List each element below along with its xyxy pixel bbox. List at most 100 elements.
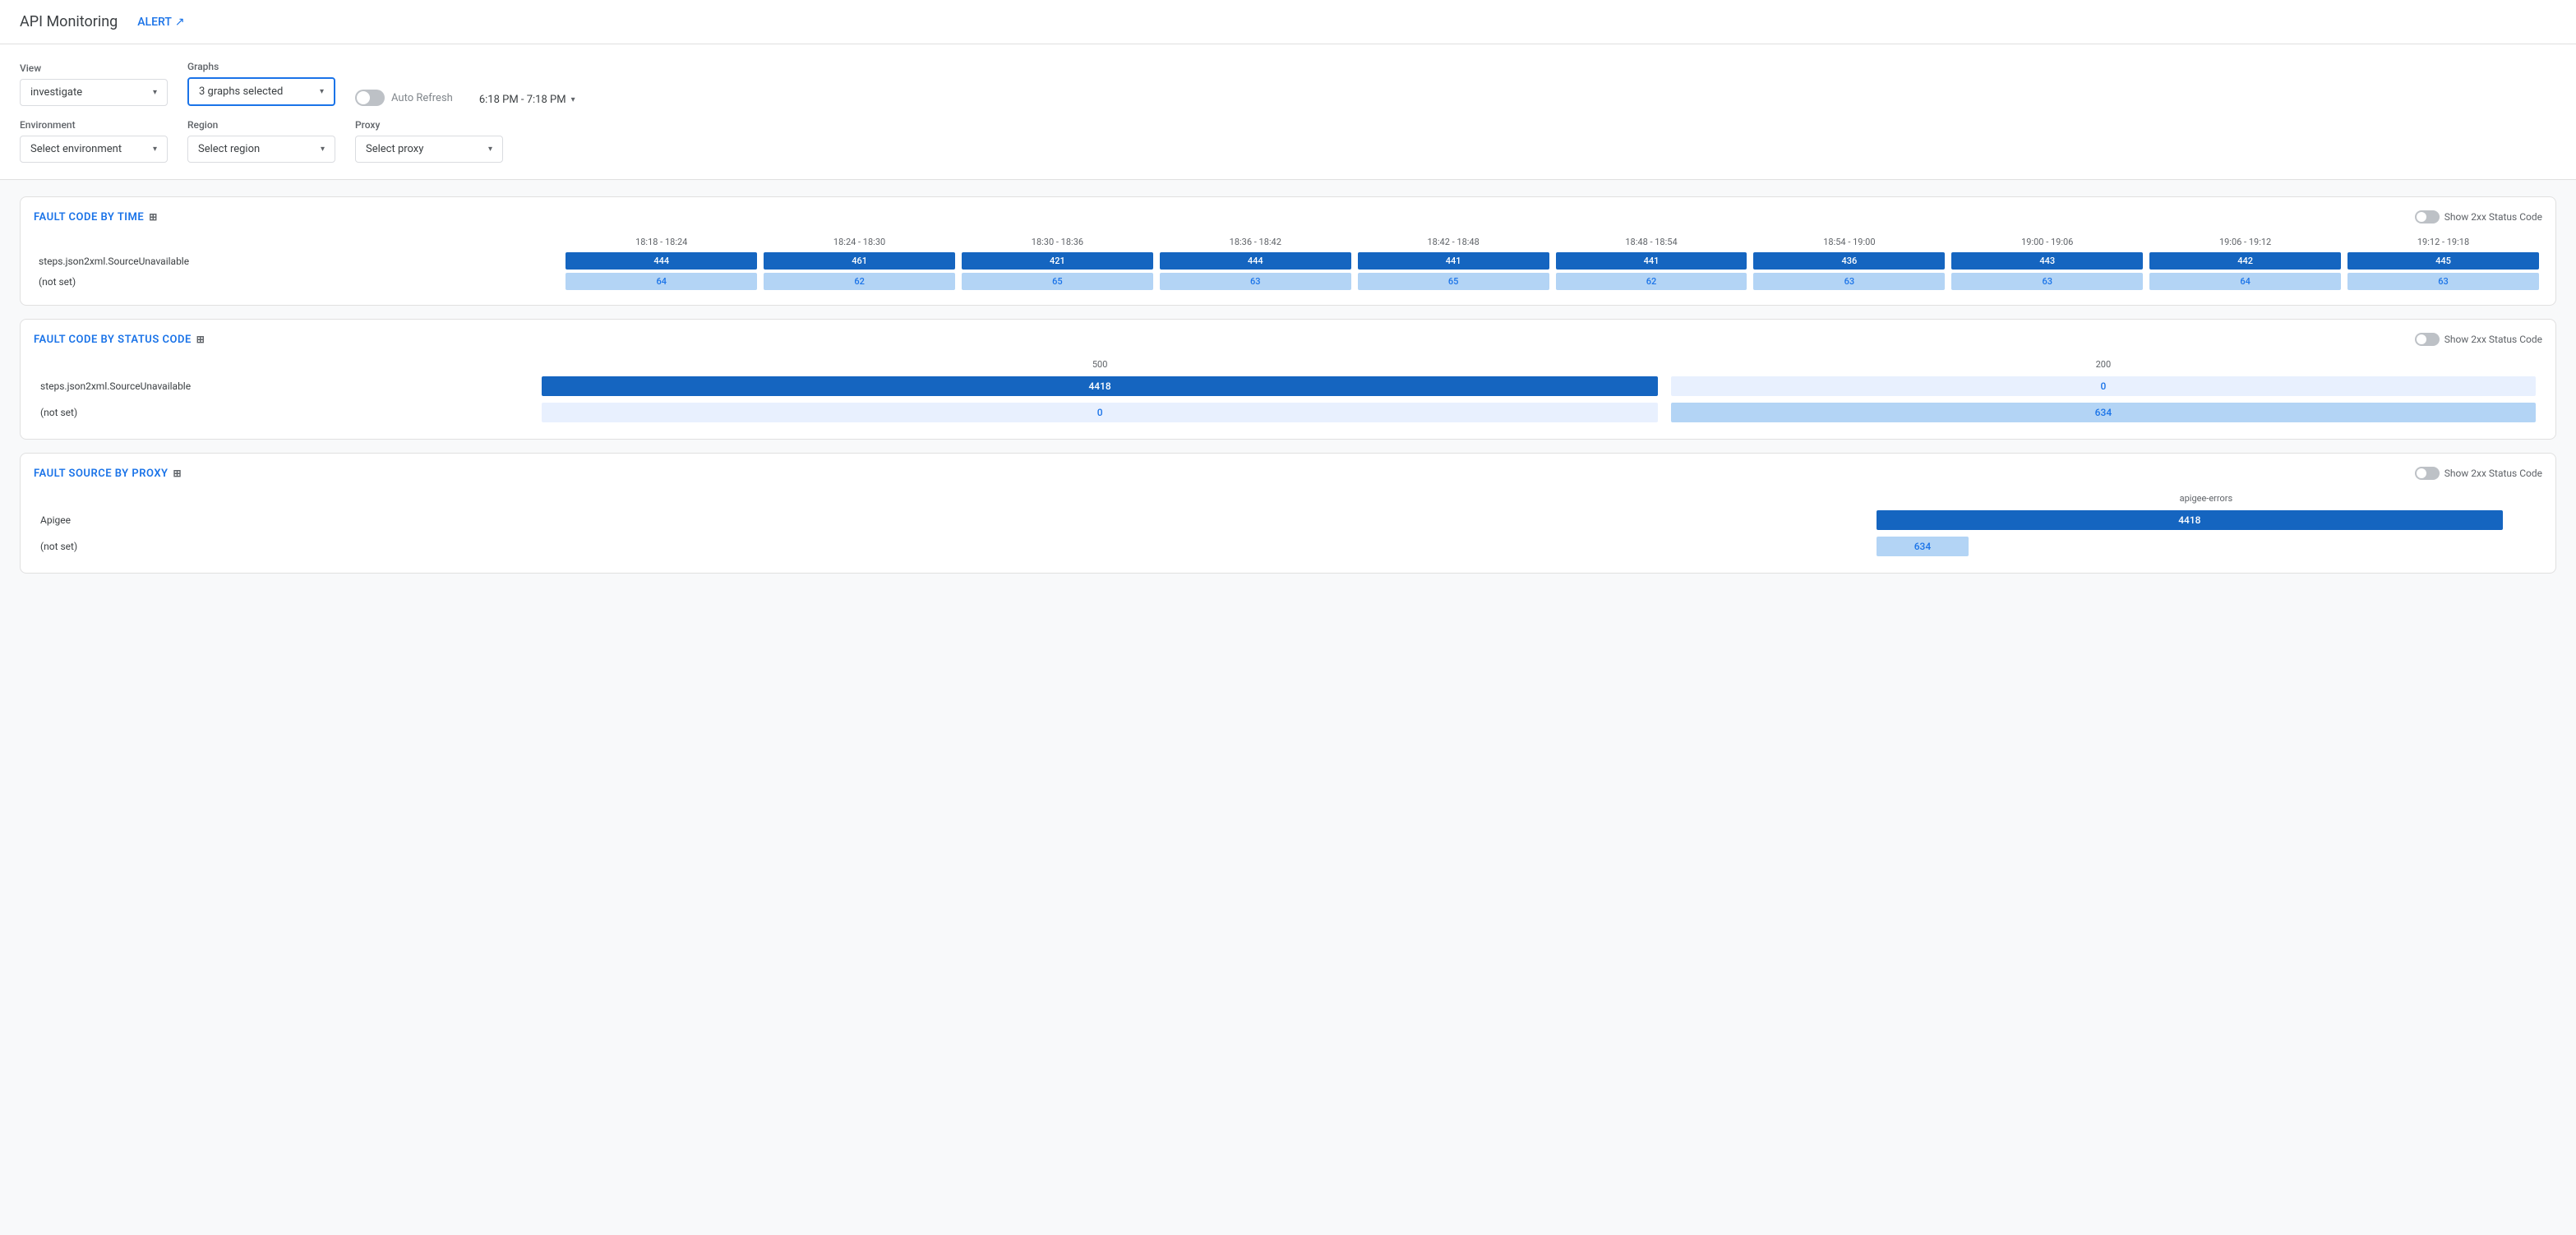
app-title: API Monitoring [20, 13, 118, 30]
chart1-2xx-toggle[interactable] [2415, 210, 2440, 223]
chart2-table: 500 200 steps.json2xml.SourceUnavailable… [34, 356, 2542, 426]
chart1-col-7: 19:00 - 19:06 [1948, 233, 2146, 251]
view-value: investigate [30, 86, 82, 99]
main-content: FAULT CODE BY TIME ⊞ Show 2xx Status Cod… [0, 180, 2576, 590]
chart1-title: FAULT CODE BY TIME ⊞ [34, 211, 158, 223]
chart2-col-200: 200 [1664, 356, 2542, 373]
chart1-r0-c2: 421 [958, 251, 1156, 271]
chart1-table: 18:18 - 18:24 18:24 - 18:30 18:30 - 18:3… [34, 233, 2542, 292]
chevron-down-icon: ▾ [320, 87, 324, 96]
chart1-r1-c2: 65 [958, 271, 1156, 292]
chart2-row-header [34, 356, 535, 373]
chart2-row0-label: steps.json2xml.SourceUnavailable [34, 373, 535, 399]
chart1-col-3: 18:36 - 18:42 [1156, 233, 1355, 251]
chart1-col-0: 18:18 - 18:24 [562, 233, 760, 251]
chart1-r0-c0: 444 [562, 251, 760, 271]
chart1-r0-c9: 445 [2344, 251, 2542, 271]
chart2-title: FAULT CODE BY STATUS CODE ⊞ [34, 334, 205, 346]
time-range-selector[interactable]: 6:18 PM - 7:18 PM ▾ [479, 94, 575, 106]
chart3-2xx-label: Show 2xx Status Code [2444, 468, 2542, 479]
region-group: Region Select region ▾ [187, 119, 335, 163]
chart1-r1-c3: 63 [1156, 271, 1355, 292]
chart2-2xx-label: Show 2xx Status Code [2444, 334, 2542, 345]
chevron-down-icon: ▾ [571, 95, 575, 104]
proxy-group: Proxy Select proxy ▾ [355, 119, 503, 163]
chevron-down-icon: ▾ [153, 88, 157, 97]
chart1-r0-c7: 443 [1948, 251, 2146, 271]
chart1-r0-c1: 461 [760, 251, 958, 271]
environment-placeholder: Select environment [30, 143, 122, 155]
view-dropdown[interactable]: investigate ▾ [20, 79, 168, 106]
proxy-dropdown[interactable]: Select proxy ▾ [355, 136, 503, 163]
chart3-header: FAULT SOURCE BY PROXY ⊞ Show 2xx Status … [34, 467, 2542, 480]
chart1-col-6: 18:54 - 19:00 [1750, 233, 1948, 251]
export-icon[interactable]: ⊞ [149, 211, 158, 223]
chart1-r0-c4: 441 [1355, 251, 1553, 271]
chart2-show-2xx: Show 2xx Status Code [2415, 333, 2542, 346]
alert-link[interactable]: ALERT ↗ [137, 16, 184, 29]
chart1-row0-label: steps.json2xml.SourceUnavailable [34, 251, 562, 271]
chart1-r0-c8: 442 [2146, 251, 2344, 271]
chart1-col-2: 18:30 - 18:36 [958, 233, 1156, 251]
chart2-r1-200: 634 [1664, 399, 2542, 426]
chevron-down-icon: ▾ [488, 145, 492, 154]
external-link-icon: ↗ [175, 16, 185, 29]
chart1-header: FAULT CODE BY TIME ⊞ Show 2xx Status Cod… [34, 210, 2542, 223]
chart3-row-header [34, 490, 1870, 507]
chart2-row1-label: (not set) [34, 399, 535, 426]
chart1-r0-c5: 441 [1553, 251, 1751, 271]
environment-dropdown[interactable]: Select environment ▾ [20, 136, 168, 163]
chart2-r0-200: 0 [1664, 373, 2542, 399]
view-group: View investigate ▾ [20, 62, 168, 106]
chart3-r0-value: 4418 [1870, 507, 2542, 533]
table-row: steps.json2xml.SourceUnavailable 444 461… [34, 251, 2542, 271]
proxy-label: Proxy [355, 119, 503, 131]
chart1-r1-c9: 63 [2344, 271, 2542, 292]
view-label: View [20, 62, 168, 74]
region-label: Region [187, 119, 335, 131]
chart3-table: apigee-errors Apigee 4418 (not set) 634 [34, 490, 2542, 560]
chart1-r1-c8: 64 [2146, 271, 2344, 292]
controls-row-2: Environment Select environment ▾ Region … [20, 119, 2556, 163]
chart1-r1-c6: 63 [1750, 271, 1948, 292]
chart1-r0-c6: 436 [1750, 251, 1948, 271]
table-row: steps.json2xml.SourceUnavailable 4418 0 [34, 373, 2542, 399]
environment-group: Environment Select environment ▾ [20, 119, 168, 163]
export-icon[interactable]: ⊞ [173, 468, 182, 479]
chart3-show-2xx: Show 2xx Status Code [2415, 467, 2542, 480]
chart1-row1-label: (not set) [34, 271, 562, 292]
chart1-r0-c3: 444 [1156, 251, 1355, 271]
auto-refresh-group: Auto Refresh [355, 90, 453, 106]
fault-code-by-time-card: FAULT CODE BY TIME ⊞ Show 2xx Status Cod… [20, 196, 2556, 306]
chart2-r0-500: 4418 [535, 373, 1664, 399]
region-dropdown[interactable]: Select region ▾ [187, 136, 335, 163]
chart1-r1-c0: 64 [562, 271, 760, 292]
chart2-2xx-toggle[interactable] [2415, 333, 2440, 346]
chart1-col-4: 18:42 - 18:48 [1355, 233, 1553, 251]
chart1-r1-c1: 62 [760, 271, 958, 292]
table-row: (not set) 0 634 [34, 399, 2542, 426]
controls-bar: View investigate ▾ Graphs 3 graphs selec… [0, 44, 2576, 180]
chart3-row0-label: Apigee [34, 507, 1870, 533]
chevron-down-icon: ▾ [153, 145, 157, 154]
table-row: (not set) 634 [34, 533, 2542, 560]
chart2-r1-500: 0 [535, 399, 1664, 426]
chart3-2xx-toggle[interactable] [2415, 467, 2440, 480]
chart1-col-1: 18:24 - 18:30 [760, 233, 958, 251]
graphs-value: 3 graphs selected [199, 85, 283, 98]
chart1-col-8: 19:06 - 19:12 [2146, 233, 2344, 251]
chevron-down-icon: ▾ [321, 145, 325, 154]
chart2-col-500: 500 [535, 356, 1664, 373]
graphs-dropdown[interactable]: 3 graphs selected ▾ [187, 77, 335, 106]
graphs-label: Graphs [187, 61, 335, 72]
export-icon[interactable]: ⊞ [196, 334, 205, 345]
region-placeholder: Select region [198, 143, 260, 155]
chart1-col-9: 19:12 - 19:18 [2344, 233, 2542, 251]
environment-label: Environment [20, 119, 168, 131]
auto-refresh-toggle[interactable] [355, 90, 385, 106]
fault-code-by-status-card: FAULT CODE BY STATUS CODE ⊞ Show 2xx Sta… [20, 319, 2556, 440]
chart1-col-5: 18:48 - 18:54 [1553, 233, 1751, 251]
proxy-placeholder: Select proxy [366, 143, 423, 155]
header: API Monitoring ALERT ↗ [0, 0, 2576, 44]
auto-refresh-label: Auto Refresh [391, 92, 453, 104]
